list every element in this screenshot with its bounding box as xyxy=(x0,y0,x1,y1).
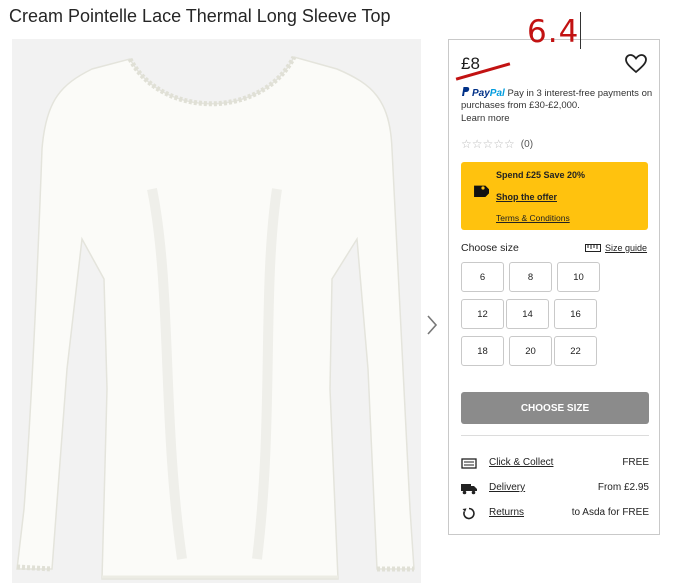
size-option[interactable]: 6 xyxy=(461,262,504,292)
star-rating-icons: ☆☆☆☆☆ xyxy=(461,137,515,151)
delivery-link[interactable]: Delivery xyxy=(489,482,525,493)
ruler-icon xyxy=(585,244,601,252)
size-option[interactable]: 8 xyxy=(509,262,552,292)
size-option[interactable]: 20 xyxy=(509,336,552,366)
review-count: (0) xyxy=(520,138,534,150)
paypal-message: PayPal Pay in 3 interest-free payments o… xyxy=(461,86,656,125)
chevron-right-icon[interactable] xyxy=(424,313,440,337)
price: £8 xyxy=(455,54,511,81)
divider xyxy=(461,435,649,436)
size-option[interactable]: 14 xyxy=(506,299,549,329)
offer-banner: Spend £25 Save 20% Shop the offer Terms … xyxy=(461,162,648,230)
size-option[interactable]: 10 xyxy=(557,262,600,292)
paypal-icon xyxy=(462,87,470,96)
size-option[interactable]: 18 xyxy=(461,336,504,366)
choose-size-button[interactable]: CHOOSE SIZE xyxy=(461,392,649,424)
product-title: Cream Pointelle Lace Thermal Long Sleeve… xyxy=(9,6,391,26)
paypal-logo-pal: Pal xyxy=(489,88,505,99)
size-guide-link[interactable]: Size guide xyxy=(585,243,647,253)
terms-link[interactable]: Terms & Conditions xyxy=(496,213,570,223)
text-cursor xyxy=(580,12,581,49)
handwritten-price-annotation: 6.4 xyxy=(527,14,580,50)
truck-icon xyxy=(461,484,477,495)
store-icon xyxy=(461,458,477,469)
size-option[interactable]: 16 xyxy=(554,299,597,329)
click-collect-link[interactable]: Click & Collect xyxy=(489,457,553,468)
size-option[interactable]: 22 xyxy=(554,336,597,366)
thermal-top-illustration xyxy=(12,39,421,583)
returns-link[interactable]: Returns xyxy=(489,507,524,518)
price-tag-icon xyxy=(474,185,489,197)
returns-row: Returns to Asda for FREE xyxy=(461,506,649,522)
product-panel: £8 PayPal Pay in 3 interest-free payment… xyxy=(448,39,660,535)
delivery-row: Delivery From £2.95 xyxy=(461,481,649,497)
size-option[interactable]: 12 xyxy=(461,299,504,329)
product-image[interactable] xyxy=(12,39,421,583)
choose-size-label: Choose size xyxy=(461,242,519,254)
price-value: £8 xyxy=(461,54,480,73)
click-collect-row: Click & Collect FREE xyxy=(461,456,649,472)
return-icon xyxy=(462,507,475,520)
shop-offer-link[interactable]: Shop the offer xyxy=(496,192,557,202)
click-collect-value: FREE xyxy=(622,457,649,468)
paypal-logo: PayPal xyxy=(472,88,505,99)
learn-more-link[interactable]: Learn more xyxy=(461,113,656,125)
offer-headline: Spend £25 Save 20% xyxy=(496,170,586,180)
rating[interactable]: ☆☆☆☆☆ (0) xyxy=(461,137,533,151)
paypal-logo-pay: Pay xyxy=(472,88,490,99)
delivery-value: From £2.95 xyxy=(597,482,649,493)
heart-icon[interactable] xyxy=(625,54,647,74)
size-guide-label: Size guide xyxy=(605,243,648,253)
returns-value: to Asda for FREE xyxy=(571,507,649,518)
